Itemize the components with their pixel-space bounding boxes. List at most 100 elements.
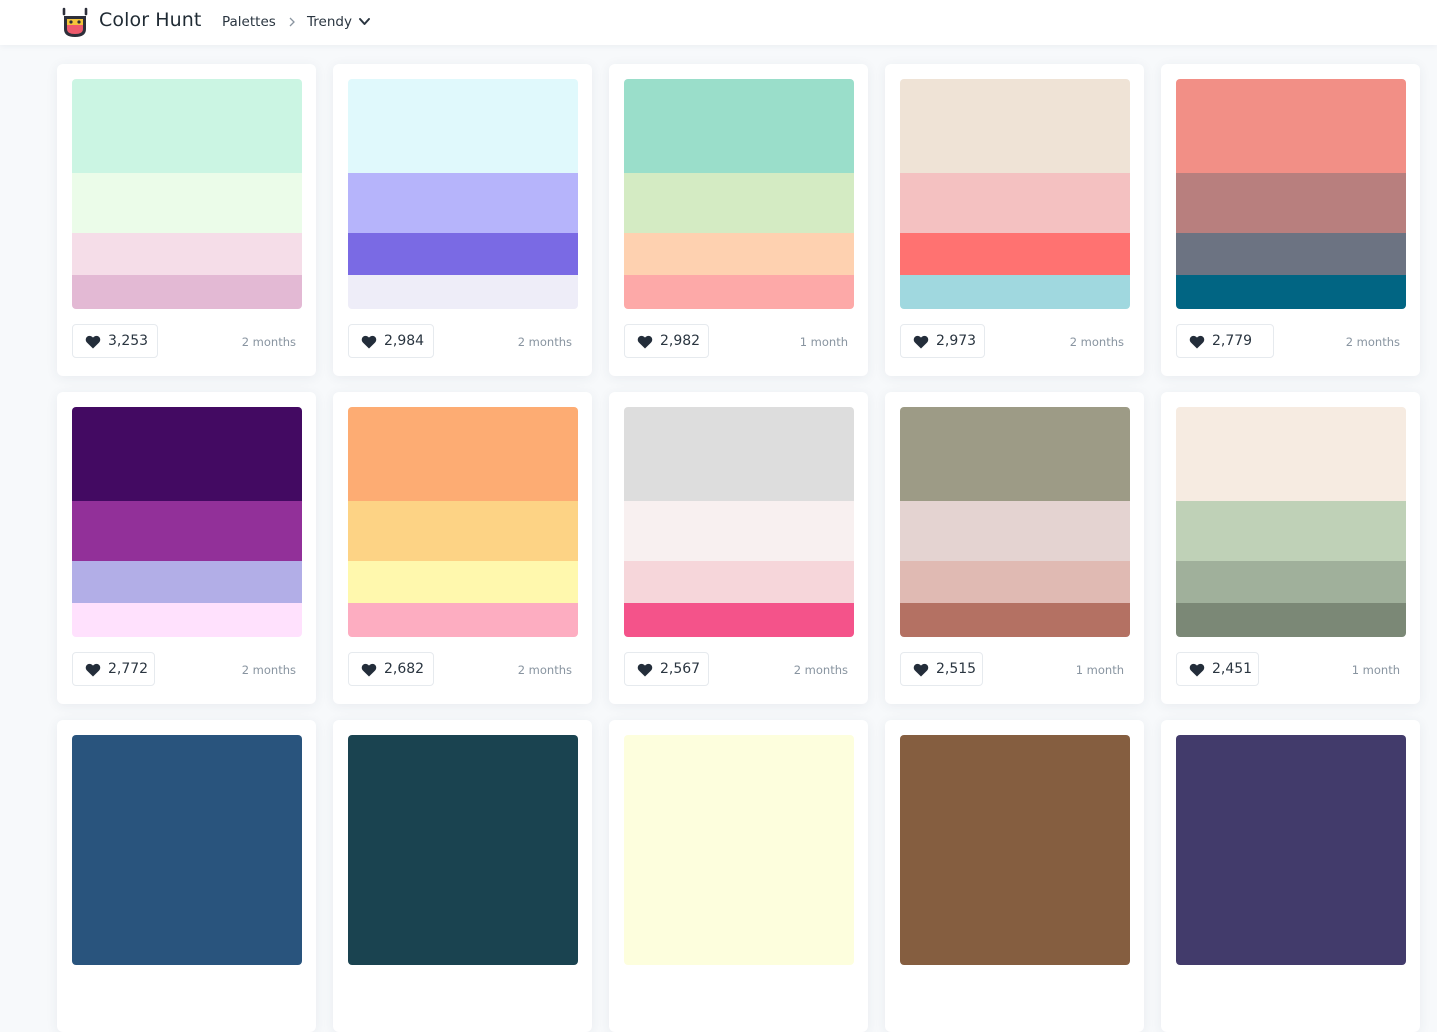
like-button[interactable]: 2,772	[72, 652, 155, 686]
palette-card[interactable]: 2,973 2 months	[885, 64, 1144, 376]
color-swatch[interactable]	[348, 931, 578, 965]
breadcrumb-palettes[interactable]: Palettes	[222, 14, 276, 30]
color-swatch[interactable]	[624, 233, 854, 275]
color-swatch[interactable]	[624, 501, 854, 561]
color-swatch[interactable]	[348, 233, 578, 275]
color-swatch[interactable]	[1176, 233, 1406, 275]
color-swatch[interactable]	[624, 603, 854, 637]
brand-name[interactable]: Color Hunt	[99, 9, 201, 31]
color-swatch[interactable]	[1176, 889, 1406, 931]
color-swatch[interactable]	[900, 603, 1130, 637]
color-swatch[interactable]	[348, 501, 578, 561]
color-swatch[interactable]	[1176, 79, 1406, 173]
palette-swatches[interactable]	[1176, 407, 1406, 637]
palette-card[interactable]: 2,567 2 months	[609, 392, 868, 704]
palette-swatches[interactable]	[624, 735, 854, 965]
palette-card[interactable]: 3,253 2 months	[57, 64, 316, 376]
color-swatch[interactable]	[900, 173, 1130, 233]
color-swatch[interactable]	[72, 931, 302, 965]
color-swatch[interactable]	[348, 603, 578, 637]
color-swatch[interactable]	[1176, 735, 1406, 829]
color-swatch[interactable]	[72, 561, 302, 603]
color-swatch[interactable]	[1176, 931, 1406, 965]
palette-card[interactable]: 2,984 2 months	[333, 64, 592, 376]
color-swatch[interactable]	[900, 889, 1130, 931]
color-swatch[interactable]	[348, 889, 578, 931]
palette-swatches[interactable]	[1176, 79, 1406, 309]
like-button[interactable]: 3,253	[72, 324, 158, 358]
like-button[interactable]: 2,567	[624, 652, 709, 686]
color-swatch[interactable]	[72, 501, 302, 561]
color-swatch[interactable]	[72, 829, 302, 889]
color-swatch[interactable]	[72, 233, 302, 275]
color-swatch[interactable]	[1176, 173, 1406, 233]
palette-swatches[interactable]	[624, 79, 854, 309]
palette-card[interactable]: 2,779 2 months	[1161, 64, 1420, 376]
palette-swatches[interactable]	[1176, 735, 1406, 965]
color-swatch[interactable]	[348, 561, 578, 603]
palette-swatches[interactable]	[624, 407, 854, 637]
color-swatch[interactable]	[348, 79, 578, 173]
palette-swatches[interactable]	[900, 735, 1130, 965]
color-swatch[interactable]	[72, 173, 302, 233]
color-swatch[interactable]	[348, 275, 578, 309]
color-swatch[interactable]	[1176, 829, 1406, 889]
color-swatch[interactable]	[72, 275, 302, 309]
palette-swatches[interactable]	[72, 407, 302, 637]
palette-card[interactable]	[333, 720, 592, 1032]
color-swatch[interactable]	[72, 603, 302, 637]
color-swatch[interactable]	[624, 407, 854, 501]
like-button[interactable]: 2,451	[1176, 652, 1259, 686]
palette-card[interactable]	[885, 720, 1144, 1032]
color-swatch[interactable]	[900, 407, 1130, 501]
color-swatch[interactable]	[348, 173, 578, 233]
palette-card[interactable]: 2,682 2 months	[333, 392, 592, 704]
like-button[interactable]: 2,515	[900, 652, 983, 686]
like-button[interactable]: 2,682	[348, 652, 434, 686]
color-swatch[interactable]	[1176, 407, 1406, 501]
palette-swatches[interactable]	[900, 407, 1130, 637]
color-swatch[interactable]	[348, 407, 578, 501]
color-swatch[interactable]	[624, 931, 854, 965]
palette-card[interactable]: 2,772 2 months	[57, 392, 316, 704]
like-button[interactable]: 2,973	[900, 324, 985, 358]
color-swatch[interactable]	[900, 829, 1130, 889]
color-swatch[interactable]	[624, 561, 854, 603]
palette-swatches[interactable]	[72, 79, 302, 309]
color-swatch[interactable]	[72, 79, 302, 173]
like-button[interactable]: 2,984	[348, 324, 434, 358]
like-button[interactable]: 2,779	[1176, 324, 1274, 358]
palette-card[interactable]	[57, 720, 316, 1032]
color-swatch[interactable]	[1176, 603, 1406, 637]
palette-swatches[interactable]	[900, 79, 1130, 309]
color-swatch[interactable]	[624, 829, 854, 889]
color-swatch[interactable]	[900, 233, 1130, 275]
color-swatch[interactable]	[900, 561, 1130, 603]
palette-card[interactable]: 2,515 1 month	[885, 392, 1144, 704]
color-swatch[interactable]	[348, 829, 578, 889]
palette-swatches[interactable]	[348, 735, 578, 965]
palette-card[interactable]	[609, 720, 868, 1032]
palette-swatches[interactable]	[348, 407, 578, 637]
color-swatch[interactable]	[1176, 561, 1406, 603]
color-swatch[interactable]	[900, 501, 1130, 561]
color-swatch[interactable]	[900, 931, 1130, 965]
color-swatch[interactable]	[1176, 275, 1406, 309]
color-swatch[interactable]	[624, 275, 854, 309]
color-swatch[interactable]	[624, 889, 854, 931]
color-swatch[interactable]	[72, 889, 302, 931]
color-swatch[interactable]	[624, 735, 854, 829]
color-swatch[interactable]	[624, 173, 854, 233]
palette-card[interactable]: 2,451 1 month	[1161, 392, 1420, 704]
color-swatch[interactable]	[1176, 501, 1406, 561]
chevron-down-icon[interactable]	[358, 16, 371, 28]
palette-card[interactable]: 2,982 1 month	[609, 64, 868, 376]
color-swatch[interactable]	[900, 275, 1130, 309]
color-swatch[interactable]	[348, 735, 578, 829]
color-swatch[interactable]	[624, 79, 854, 173]
color-swatch[interactable]	[900, 735, 1130, 829]
color-swatch[interactable]	[72, 735, 302, 829]
color-swatch[interactable]	[900, 79, 1130, 173]
logo-icon[interactable]	[60, 7, 90, 39]
palette-swatches[interactable]	[72, 735, 302, 965]
